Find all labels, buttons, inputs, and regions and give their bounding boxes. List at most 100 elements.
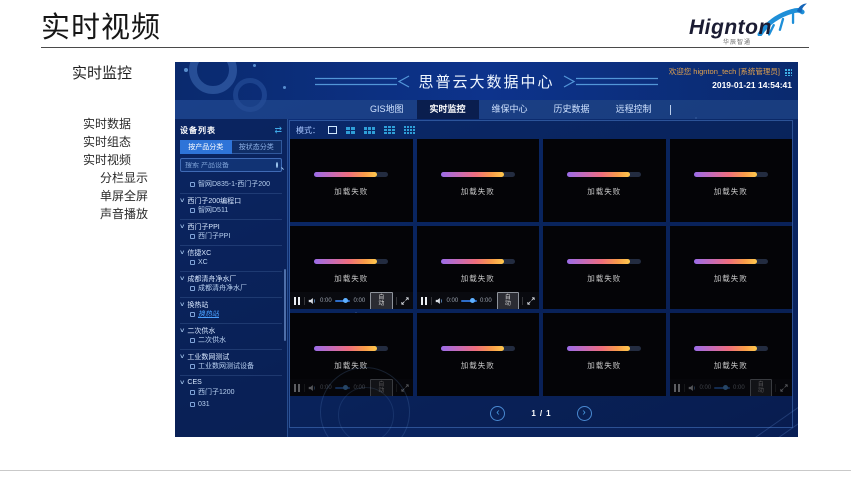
tree-group-row[interactable]: ∨工业数网测试 (180, 349, 282, 360)
prev-page-button[interactable]: ‹ (490, 406, 505, 421)
volume-icon[interactable] (688, 384, 697, 392)
tree-device-item[interactable]: 西门子PPI (180, 230, 282, 242)
pause-button[interactable] (294, 384, 305, 392)
tree-device-item[interactable]: 工业数网测试设备 (180, 360, 282, 372)
loading-bar-fill (567, 259, 630, 264)
layout-1-icon[interactable] (328, 126, 337, 134)
title-right-decoration (562, 75, 658, 88)
volume-icon[interactable] (435, 297, 444, 305)
app-nav-tab[interactable]: 历史数据 (541, 100, 603, 119)
loading-bar (314, 172, 388, 177)
seek-slider[interactable] (714, 387, 730, 389)
video-cell[interactable]: 加载失败 (543, 313, 666, 396)
tree-group-row[interactable]: ∨换热站 (180, 297, 282, 308)
video-cell[interactable]: 加载失败0:000:00自动 (290, 226, 413, 309)
layout-4-icon[interactable] (346, 127, 355, 134)
search-icon[interactable] (276, 162, 278, 168)
doc-menu-item[interactable]: 实时数据 (83, 115, 148, 133)
nav-divider (670, 105, 671, 115)
layout-12-icon[interactable] (404, 126, 415, 134)
header-divider (41, 47, 809, 48)
pause-button[interactable] (421, 297, 432, 305)
doc-menu-item[interactable]: 实时组态 (83, 133, 148, 151)
welcome-text: 欢迎您 hignton_tech [系统管理员] (669, 66, 780, 77)
tree-device-item[interactable]: 西门子1200 (180, 386, 282, 398)
doc-menu-item[interactable]: 分栏显示 (83, 169, 148, 187)
load-fail-text: 加载失败 (290, 273, 413, 284)
tree-device-item[interactable]: 成都清舟净水厂 (180, 282, 282, 294)
video-cell[interactable]: 加载失败 (543, 226, 666, 309)
tree-scrollbar[interactable] (284, 269, 286, 341)
doc-menu-item[interactable]: 声音播放 (83, 205, 148, 223)
layout-mode-selector (328, 126, 415, 134)
device-tree: 智网D835-1-西门子200∨西门子200编程口智网D511∨西门子PPI西门… (180, 178, 282, 410)
auto-button[interactable]: 自动 (497, 292, 519, 310)
loading-bar (694, 259, 768, 264)
loading-bar-fill (441, 259, 504, 264)
layout-6-icon[interactable] (364, 127, 375, 134)
device-panel-title: 设备列表 (180, 125, 216, 136)
tree-device-item[interactable]: 二次供水 (180, 334, 282, 346)
doc-menu-item[interactable]: 实时视频 (83, 151, 148, 169)
collapse-swap-icon[interactable]: ⇄ (274, 126, 282, 135)
loading-bar (441, 259, 515, 264)
fullscreen-icon[interactable] (775, 384, 788, 392)
video-cell[interactable]: 加载失败 (670, 139, 793, 222)
slider-knob[interactable] (343, 298, 348, 303)
video-cell[interactable]: 加载失败0:000:00自动 (417, 226, 540, 309)
datetime-display: 2019-01-21 14:54:41 (669, 80, 792, 90)
time-current: 0:00 (320, 298, 332, 304)
device-panel-tab[interactable]: 按状态分类 (232, 140, 283, 154)
device-panel-tab[interactable]: 按产品分类 (180, 140, 232, 154)
apps-grid-icon[interactable] (784, 68, 792, 76)
slider-knob[interactable] (470, 298, 475, 303)
app-nav-tab[interactable]: GIS地图 (357, 100, 417, 119)
chevron-down-icon: ∨ (179, 379, 185, 386)
tree-group-row[interactable]: ∨西门子PPI (180, 219, 282, 230)
next-arrow-icon: › (582, 408, 585, 418)
fullscreen-icon[interactable] (396, 297, 409, 305)
tree-group-row[interactable]: ∨信捷XC (180, 245, 282, 256)
doc-menu-heading[interactable]: 实时监控 (72, 62, 132, 83)
tree-group-row[interactable]: ∨成都清舟净水厂 (180, 271, 282, 282)
seek-slider[interactable] (335, 300, 351, 302)
tree-device-item[interactable]: 智网D511 (180, 204, 282, 216)
auto-button[interactable]: 自动 (750, 379, 772, 397)
video-cell[interactable]: 加载失败 (670, 226, 793, 309)
volume-icon[interactable] (308, 297, 317, 305)
next-page-button[interactable]: › (577, 406, 592, 421)
video-cell[interactable]: 加载失败 (290, 139, 413, 222)
auto-button[interactable]: 自动 (370, 292, 392, 310)
decor-arc (338, 387, 394, 437)
fullscreen-icon[interactable] (522, 297, 535, 305)
device-search[interactable] (180, 158, 282, 172)
seek-slider[interactable] (461, 300, 477, 302)
app-nav-tab[interactable]: 远程控制 (603, 100, 665, 119)
tree-device-item[interactable]: 031 (180, 398, 282, 410)
chevron-down-icon: ∨ (179, 327, 185, 334)
loading-bar (567, 172, 641, 177)
volume-icon[interactable] (308, 384, 317, 392)
app-nav-tab[interactable]: 实时监控 (417, 100, 479, 119)
tree-group-row[interactable]: ∨西门子200编程口 (180, 193, 282, 204)
video-cell[interactable]: 加载失败 (417, 313, 540, 396)
loading-bar-fill (441, 172, 504, 177)
pause-button[interactable] (294, 297, 305, 305)
tree-device-item[interactable]: 智网D835-1-西门子200 (180, 178, 282, 190)
video-cell[interactable]: 加载失败 (543, 139, 666, 222)
tree-device-item[interactable]: 换热站 (180, 308, 282, 320)
app-header: 思普云大数据中心 欢迎您 hignton_tech [系统管理员] 2019-0… (175, 62, 798, 100)
app-title: 思普云大数据中心 (418, 71, 554, 92)
video-cell[interactable]: 加载失败 (417, 139, 540, 222)
app-nav-tab[interactable]: 维保中心 (479, 100, 541, 119)
pause-button[interactable] (674, 384, 685, 392)
search-input[interactable] (185, 162, 276, 169)
slider-knob[interactable] (723, 385, 728, 390)
tree-device-item[interactable]: XC (180, 256, 282, 268)
loading-bar-fill (314, 346, 377, 351)
doc-menu-item[interactable]: 单屏全屏 (83, 187, 148, 205)
video-cell[interactable]: 加载失败0:000:00自动 (670, 313, 793, 396)
tree-group-row[interactable]: ∨CES (180, 375, 282, 386)
tree-group-row[interactable]: ∨二次供水 (180, 323, 282, 334)
layout-9-icon[interactable] (384, 126, 395, 134)
